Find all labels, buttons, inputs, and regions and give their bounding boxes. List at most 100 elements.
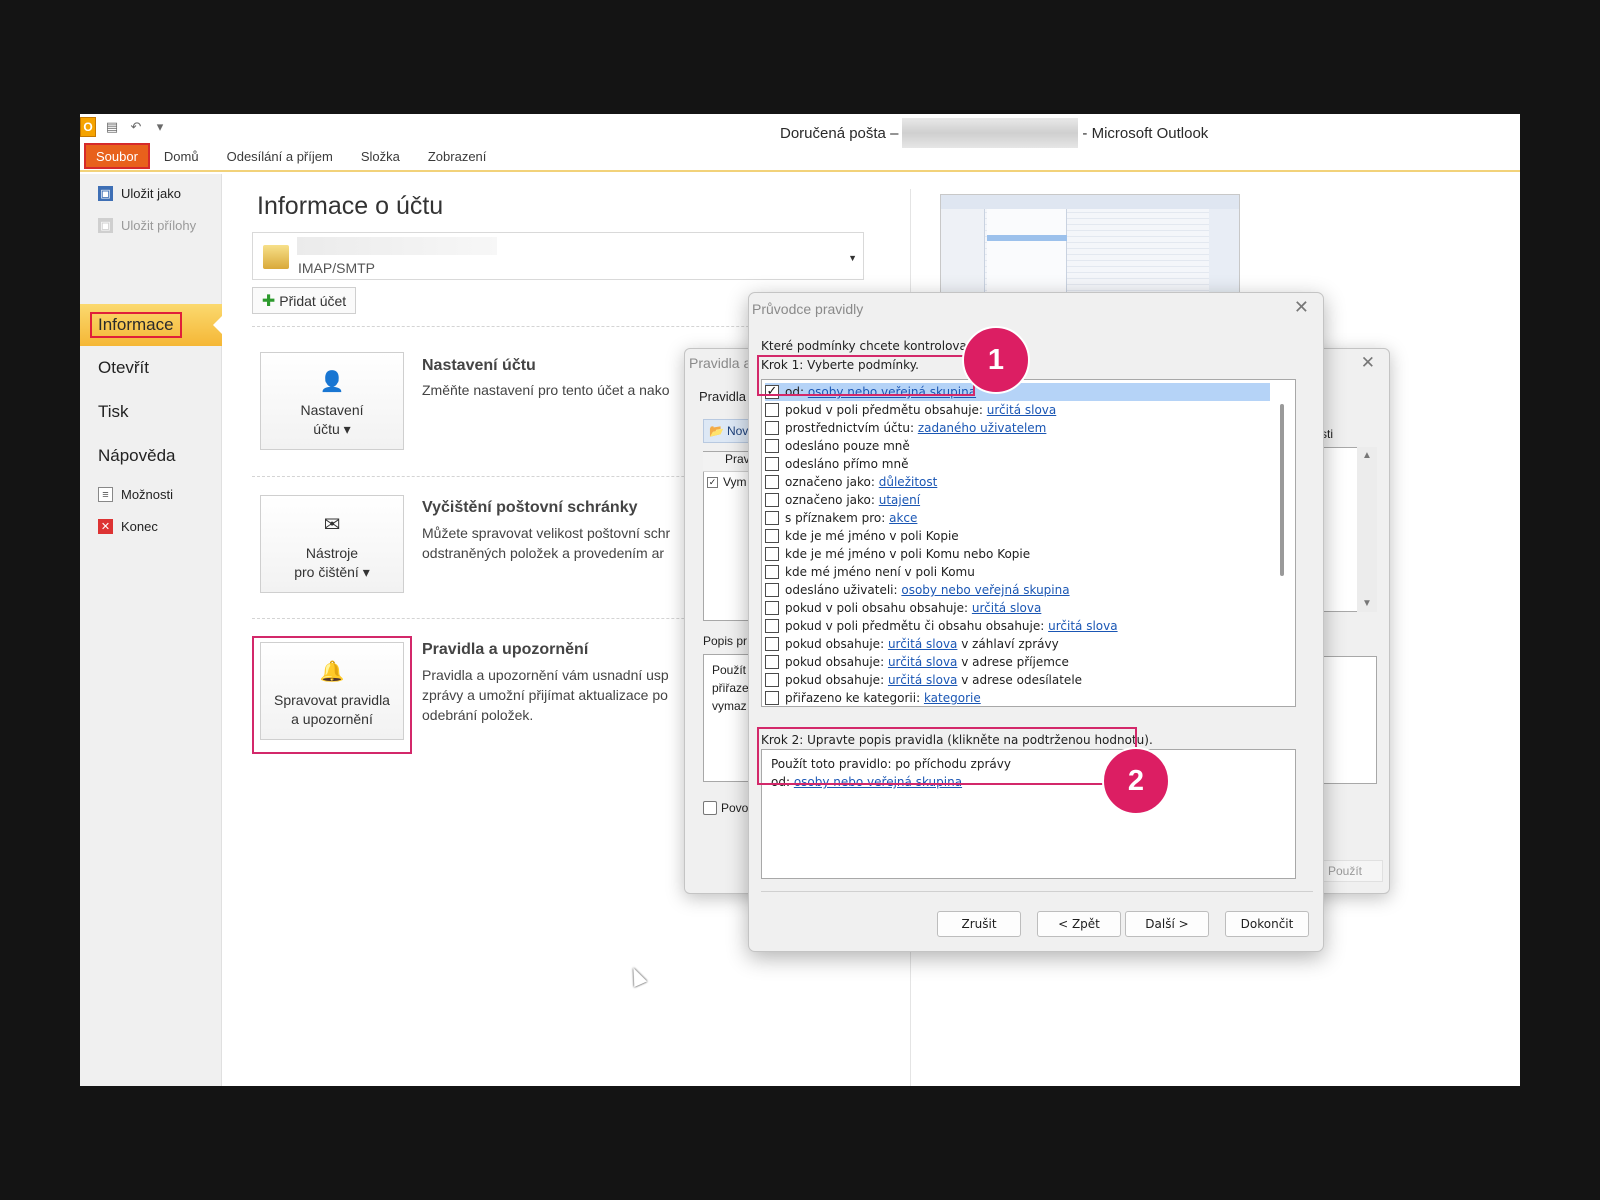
tab-home[interactable]: Domů xyxy=(150,149,213,164)
condition-checkbox[interactable] xyxy=(765,529,779,543)
condition-checkbox[interactable] xyxy=(765,511,779,525)
condition-row[interactable]: pokud v poli obsahu obsahuje: určitá slo… xyxy=(765,599,1041,617)
cancel-button[interactable]: Zrušit xyxy=(937,911,1021,937)
scroll-down-icon[interactable]: ▼ xyxy=(1362,598,1372,609)
condition-row[interactable]: pokud obsahuje: určitá slova v adrese př… xyxy=(765,653,1069,671)
condition-checkbox[interactable] xyxy=(765,583,779,597)
condition-row[interactable]: odesláno přímo mně xyxy=(765,455,908,473)
condition-row[interactable]: označeno jako: utajení xyxy=(765,491,920,509)
rule-checkbox[interactable]: ✓ xyxy=(707,476,718,488)
condition-value-link[interactable]: určitá slova xyxy=(987,403,1056,417)
undo-icon[interactable]: ↶ xyxy=(128,119,144,135)
condition-row[interactable]: kde je mé jméno v poli Komu nebo Kopie xyxy=(765,545,1030,563)
condition-value-link[interactable]: určitá slova xyxy=(888,655,957,669)
sidebar-item-save-as[interactable]: ▣ Uložit jako xyxy=(98,186,181,201)
condition-value-link[interactable]: důležitost xyxy=(879,475,938,489)
finish-button[interactable]: Dokončit xyxy=(1225,911,1309,937)
condition-checkbox[interactable] xyxy=(765,403,779,417)
account-folder-icon xyxy=(263,245,289,269)
condition-checkbox[interactable] xyxy=(765,457,779,471)
condition-value-link[interactable]: osoby nebo veřejná skupina xyxy=(901,583,1069,597)
condition-value-link[interactable]: určitá slova xyxy=(888,637,957,651)
save-icon[interactable]: ▤ xyxy=(104,119,120,135)
rules-wizard-dialog: Průvodce pravidly ✕ Které podmínky chcet… xyxy=(748,292,1324,952)
condition-row[interactable]: kde je mé jméno v poli Kopie xyxy=(765,527,959,545)
condition-row[interactable]: pokud v poli předmětu obsahuje: určitá s… xyxy=(765,401,1056,419)
enable-rss-option[interactable]: Povo xyxy=(703,801,748,815)
sidebar-item-info[interactable]: Informace xyxy=(80,304,223,346)
condition-checkbox[interactable] xyxy=(765,655,779,669)
scroll-up-icon[interactable]: ▲ xyxy=(1362,450,1372,461)
enable-checkbox[interactable] xyxy=(703,801,717,815)
condition-row[interactable]: odesláno uživateli: osoby nebo veřejná s… xyxy=(765,581,1070,599)
condition-row[interactable]: pokud obsahuje: určitá slova v adrese od… xyxy=(765,671,1082,689)
condition-text: odesláno uživateli: xyxy=(785,583,902,597)
condition-value-link[interactable]: určitá slova xyxy=(888,673,957,687)
condition-value-link[interactable]: určitá slova xyxy=(972,601,1041,615)
close-icon[interactable]: ✕ xyxy=(1361,353,1375,373)
condition-value-link[interactable]: akce xyxy=(889,511,917,525)
condition-checkbox[interactable] xyxy=(765,493,779,507)
tab-view[interactable]: Zobrazení xyxy=(414,149,501,164)
cleanup-tools-button[interactable]: ✉ Nástroje pro čištění ▾ xyxy=(260,495,404,593)
save-attachments-icon: ▣ xyxy=(98,218,113,233)
back-button[interactable]: < Zpět xyxy=(1037,911,1121,937)
condition-value-link[interactable]: určitá slova xyxy=(1048,619,1117,633)
condition-label: odesláno uživateli: osoby nebo veřejná s… xyxy=(785,583,1070,597)
scrollbar[interactable] xyxy=(1280,404,1284,576)
tab-rules[interactable]: Pravidla xyxy=(699,389,746,404)
section-desc: Můžete spravovat velikost poštovní schr xyxy=(422,525,671,541)
condition-checkbox[interactable] xyxy=(765,691,779,705)
condition-row[interactable]: označeno jako: důležitost xyxy=(765,473,937,491)
sidebar-item-label: Možnosti xyxy=(121,487,174,502)
sidebar-item-help[interactable]: Nápověda xyxy=(98,446,176,466)
sidebar-item-open[interactable]: Otevřít xyxy=(98,358,149,378)
section-desc: Změňte nastavení pro tento účet a nako xyxy=(422,382,670,398)
condition-value-link[interactable]: zadaného uživatelem xyxy=(918,421,1047,435)
condition-checkbox[interactable] xyxy=(765,601,779,615)
sidebar-item-save-attachments[interactable]: ▣ Uložit přílohy xyxy=(98,218,196,233)
condition-row[interactable]: kde mé jméno není v poli Komu xyxy=(765,563,975,581)
close-icon[interactable]: ✕ xyxy=(1294,297,1309,318)
condition-row[interactable]: pokud obsahuje: určitá slova v záhlaví z… xyxy=(765,635,1059,653)
sidebar-item-print[interactable]: Tisk xyxy=(98,402,129,422)
backstage-sidebar: ▣ Uložit jako ▣ Uložit přílohy Informace… xyxy=(80,174,223,1086)
condition-row[interactable]: odesláno pouze mně xyxy=(765,437,910,455)
add-account-button[interactable]: ✚ Přidat účet xyxy=(252,287,356,314)
condition-checkbox[interactable] xyxy=(765,565,779,579)
condition-checkbox[interactable] xyxy=(765,439,779,453)
condition-checkbox[interactable] xyxy=(765,421,779,435)
condition-row[interactable]: prostřednictvím účtu: zadaného uživatele… xyxy=(765,419,1046,437)
tab-send-receive[interactable]: Odesílání a příjem xyxy=(213,149,347,164)
condition-row[interactable]: pokud v poli předmětu či obsahu obsahuje… xyxy=(765,617,1118,635)
section-title: Vyčištění poštovní schránky xyxy=(422,499,638,516)
apply-button[interactable]: Použít xyxy=(1321,860,1383,882)
next-button[interactable]: Další > xyxy=(1125,911,1209,937)
add-account-label: Přidat účet xyxy=(279,292,347,309)
account-settings-button[interactable]: 👤 Nastavení účtu ▾ xyxy=(260,352,404,450)
rule-description-label: Popis pr xyxy=(703,634,748,648)
condition-checkbox[interactable] xyxy=(765,673,779,687)
customize-qat-icon[interactable]: ▾ xyxy=(152,119,168,135)
sidebar-item-exit[interactable]: ✕ Konec xyxy=(98,519,158,534)
rules-list-row[interactable]: ✓ Vym xyxy=(707,475,747,489)
condition-row[interactable]: s příznakem pro: akce xyxy=(765,509,917,527)
manage-rules-button[interactable]: 🔔 Spravovat pravidla a upozornění xyxy=(260,642,404,740)
tab-folder[interactable]: Složka xyxy=(347,149,414,164)
scrollbar[interactable]: ▲ ▼ xyxy=(1357,447,1377,612)
condition-row[interactable]: přiřazeno ke kategorii: kategorie xyxy=(765,689,981,706)
condition-value-link[interactable]: utajení xyxy=(879,493,920,507)
sidebar-item-options[interactable]: ≡ Možnosti xyxy=(98,487,173,502)
tab-file[interactable]: Soubor xyxy=(84,143,150,169)
condition-value-link[interactable]: kategorie xyxy=(924,691,981,705)
condition-checkbox[interactable] xyxy=(765,637,779,651)
condition-checkbox[interactable] xyxy=(765,475,779,489)
sidebar-item-label: Konec xyxy=(121,519,158,534)
account-selector[interactable]: IMAP/SMTP ▼ xyxy=(252,232,864,280)
condition-checkbox[interactable] xyxy=(765,619,779,633)
condition-label: kde je mé jméno v poli Komu nebo Kopie xyxy=(785,547,1030,561)
outlook-app-icon[interactable]: O xyxy=(80,117,96,137)
new-rule-button[interactable]: 📂 Nov xyxy=(703,419,751,443)
condition-text: pokud v poli obsahu obsahuje: xyxy=(785,601,972,615)
condition-checkbox[interactable] xyxy=(765,547,779,561)
